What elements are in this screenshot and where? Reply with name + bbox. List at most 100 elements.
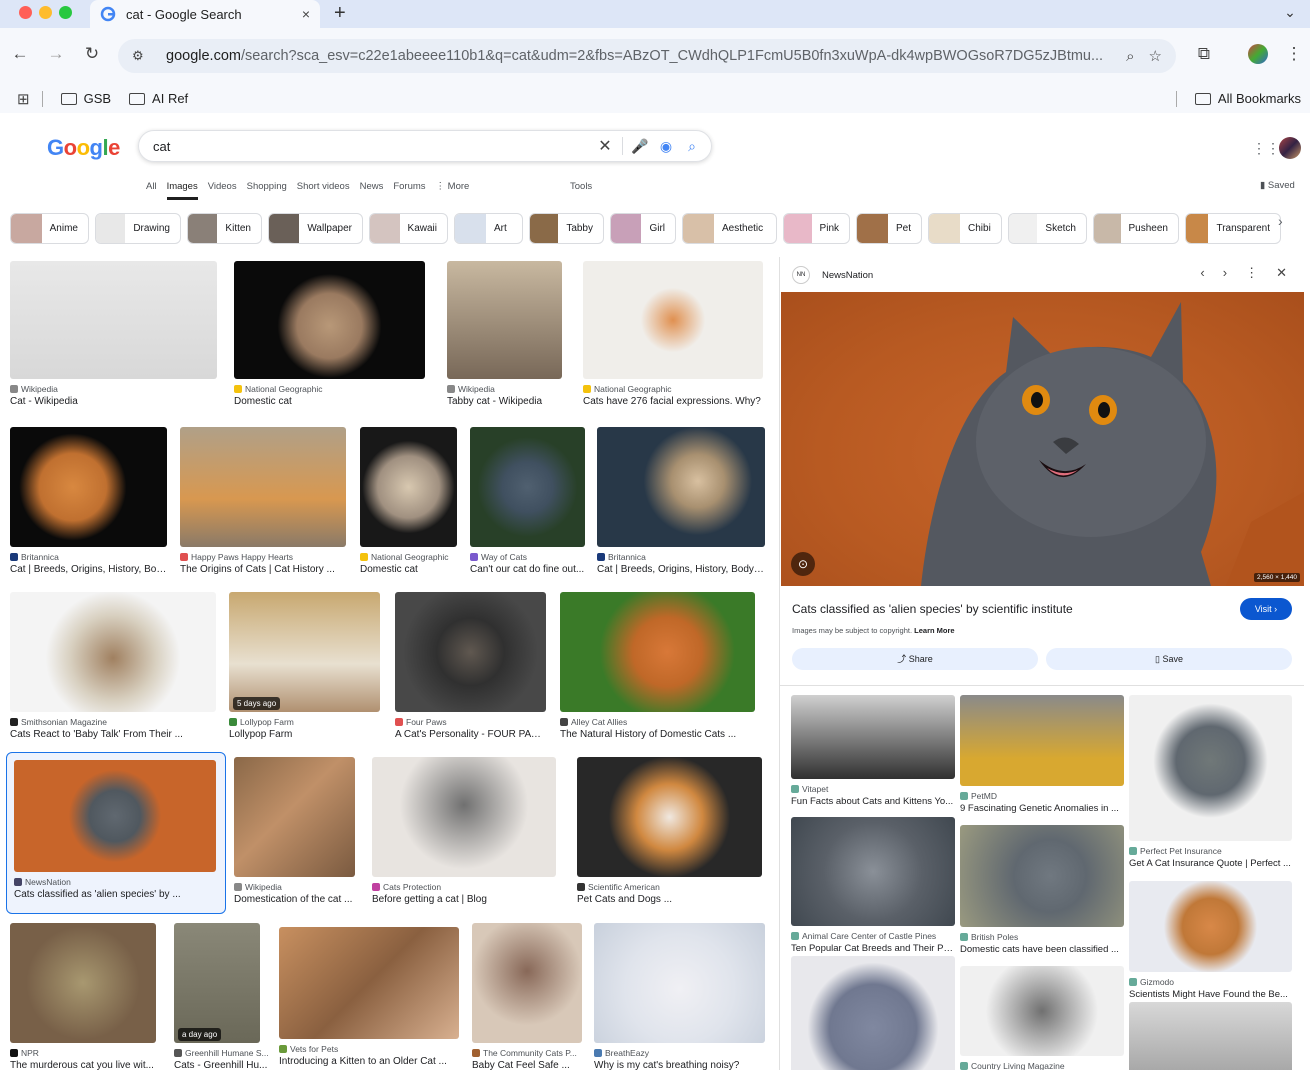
reload-icon[interactable]: ↻ bbox=[78, 40, 106, 68]
voice-search-icon[interactable]: 🎤 bbox=[627, 138, 653, 155]
saved-link[interactable]: ▮ Saved bbox=[1260, 180, 1295, 191]
panel-source[interactable]: NewsNation bbox=[822, 270, 873, 281]
result-title[interactable]: Domestic cat bbox=[234, 396, 425, 407]
result-source[interactable]: NPR bbox=[10, 1048, 160, 1058]
chip-tabby[interactable]: Tabby bbox=[529, 213, 604, 244]
related-source[interactable]: PetMD bbox=[960, 791, 1124, 801]
result-title[interactable]: The murderous cat you live wit... bbox=[10, 1060, 160, 1070]
related-source[interactable]: Vitapet bbox=[791, 784, 955, 794]
result-thumbnail[interactable] bbox=[234, 757, 355, 877]
result-thumbnail[interactable] bbox=[583, 261, 763, 379]
image-result[interactable]: Wikipedia Tabby cat - Wikipedia bbox=[447, 261, 597, 424]
related-thumbnail[interactable] bbox=[791, 695, 955, 779]
result-thumbnail[interactable] bbox=[229, 592, 380, 712]
image-result[interactable]: Alley Cat Allies The Natural History of D… bbox=[560, 592, 755, 757]
preview-image[interactable]: ⊙ 2,560 × 1,440 bbox=[781, 292, 1304, 586]
chip-wallpaper[interactable]: Wallpaper bbox=[268, 213, 363, 244]
result-thumbnail[interactable] bbox=[14, 760, 216, 872]
close-window-button[interactable] bbox=[19, 6, 32, 19]
result-source[interactable]: Cats Protection bbox=[372, 882, 556, 892]
tab-short-videos[interactable]: Short videos bbox=[297, 181, 350, 200]
related-source[interactable]: Perfect Pet Insurance bbox=[1129, 846, 1292, 856]
visit-button[interactable]: Visit › bbox=[1240, 598, 1292, 620]
result-title[interactable]: Cat - Wikipedia bbox=[10, 396, 217, 407]
account-avatar[interactable] bbox=[1279, 137, 1301, 159]
related-thumbnail[interactable] bbox=[1129, 1002, 1292, 1070]
chip-girl[interactable]: Girl bbox=[610, 213, 676, 244]
result-thumbnail[interactable] bbox=[447, 261, 562, 379]
tab-more[interactable]: ⋮ More bbox=[436, 181, 470, 200]
result-source[interactable]: Wikipedia bbox=[447, 384, 597, 394]
result-title[interactable]: Cats React to 'Baby Talk' From Their ... bbox=[10, 729, 216, 740]
result-thumbnail[interactable] bbox=[577, 757, 762, 877]
chip-drawing[interactable]: Drawing bbox=[95, 213, 181, 244]
more-options-icon[interactable]: ⋮ bbox=[1245, 265, 1258, 281]
result-thumbnail[interactable] bbox=[395, 592, 546, 712]
chip-art[interactable]: Art bbox=[454, 213, 523, 244]
tab-shopping[interactable]: Shopping bbox=[247, 181, 287, 200]
tab-close-icon[interactable]: × bbox=[302, 6, 310, 22]
chip-transparent[interactable]: Transparent bbox=[1185, 213, 1281, 244]
result-title[interactable]: Lollypop Farm bbox=[229, 729, 380, 740]
profile-avatar[interactable] bbox=[1244, 40, 1272, 68]
result-source[interactable]: Wikipedia bbox=[234, 882, 384, 892]
site-info-icon[interactable]: ⚙ bbox=[132, 48, 150, 64]
related-title[interactable]: Domestic cats have been classified ... bbox=[960, 944, 1124, 955]
image-result[interactable]: Vets for Pets Introducing a Kitten to an … bbox=[279, 927, 459, 1070]
image-result[interactable]: 5 days ago Lollypop Farm Lollypop Farm bbox=[229, 592, 380, 757]
related-image[interactable]: PetMD 9 Fascinating Genetic Anomalies in … bbox=[960, 695, 1124, 826]
clear-search-icon[interactable]: ✕ bbox=[592, 136, 618, 156]
related-thumbnail[interactable] bbox=[1129, 881, 1292, 972]
image-result[interactable]: Britannica Cat | Breeds, Origins, History… bbox=[597, 427, 765, 592]
result-title[interactable]: Pet Cats and Dogs ... bbox=[577, 894, 762, 905]
bookmark-gsb[interactable]: GSB bbox=[60, 91, 111, 106]
preview-title[interactable]: Cats classified as 'alien species' by sc… bbox=[792, 602, 1073, 616]
related-title[interactable]: Get A Cat Insurance Quote | Perfect ... bbox=[1129, 858, 1292, 869]
chip-chibi[interactable]: Chibi bbox=[928, 213, 1002, 244]
related-thumbnail[interactable] bbox=[960, 695, 1124, 786]
zoom-window-button[interactable] bbox=[59, 6, 72, 19]
result-title[interactable]: Cats classified as 'alien species' by ..… bbox=[14, 889, 216, 900]
result-thumbnail[interactable] bbox=[10, 592, 216, 712]
result-source[interactable]: BreathEazy bbox=[594, 1048, 765, 1058]
result-thumbnail[interactable] bbox=[360, 427, 457, 547]
tab-forums[interactable]: Forums bbox=[393, 181, 425, 200]
chip-aesthetic[interactable]: Aesthetic bbox=[682, 213, 777, 244]
result-title[interactable]: The Origins of Cats | Cat History ... bbox=[180, 564, 346, 575]
image-result[interactable]: BreathEazy Why is my cat's breathing nois… bbox=[594, 923, 765, 1070]
related-image[interactable]: Animal Care Center of Castle Pines Ten Po… bbox=[791, 817, 955, 966]
result-thumbnail[interactable] bbox=[234, 261, 425, 379]
google-logo[interactable]: Google bbox=[47, 135, 120, 161]
result-source[interactable]: Wikipedia bbox=[10, 384, 217, 394]
save-button[interactable]: ▯ Save bbox=[1046, 648, 1292, 670]
minimize-window-button[interactable] bbox=[39, 6, 52, 19]
related-source[interactable]: British Poles bbox=[960, 932, 1124, 942]
result-thumbnail[interactable] bbox=[10, 261, 217, 379]
related-source[interactable]: Country Living Magazine bbox=[960, 1061, 1124, 1070]
related-title[interactable]: 9 Fascinating Genetic Anomalies in ... bbox=[960, 803, 1124, 814]
result-title[interactable]: Cats have 276 facial expressions. Why? bbox=[583, 396, 763, 407]
result-source[interactable]: Britannica bbox=[10, 552, 167, 562]
result-title[interactable]: A Cat's Personality - FOUR PAWS... bbox=[395, 729, 546, 740]
result-thumbnail[interactable] bbox=[470, 427, 585, 547]
image-result[interactable]: National Geographic Cats have 276 facial … bbox=[583, 261, 763, 424]
search-icon[interactable]: ⌕ bbox=[679, 138, 705, 155]
related-title[interactable]: Ten Popular Cat Breeds and Their Pe... bbox=[791, 943, 955, 954]
image-result[interactable]: NewsNation Cats classified as 'alien spec… bbox=[14, 760, 216, 917]
all-bookmarks[interactable]: All Bookmarks bbox=[1194, 91, 1301, 106]
new-tab-button[interactable]: + bbox=[334, 2, 346, 25]
chevron-right-icon[interactable]: › bbox=[1278, 213, 1283, 229]
result-source[interactable]: National Geographic bbox=[583, 384, 763, 394]
result-source[interactable]: Vets for Pets bbox=[279, 1044, 459, 1054]
chip-pet[interactable]: Pet bbox=[856, 213, 922, 244]
tools-button[interactable]: Tools bbox=[570, 181, 592, 192]
chip-kawaii[interactable]: Kawaii bbox=[369, 213, 448, 244]
result-title[interactable]: Tabby cat - Wikipedia bbox=[447, 396, 597, 407]
next-image-icon[interactable]: › bbox=[1223, 265, 1227, 281]
back-icon[interactable]: ← bbox=[6, 40, 34, 68]
image-result[interactable]: Smithsonian Magazine Cats React to 'Baby … bbox=[10, 592, 216, 757]
result-thumbnail[interactable] bbox=[279, 927, 459, 1039]
result-thumbnail[interactable] bbox=[597, 427, 765, 547]
result-title[interactable]: Introducing a Kitten to an Older Cat ... bbox=[279, 1056, 459, 1067]
lens-icon[interactable]: ◉ bbox=[653, 138, 679, 155]
